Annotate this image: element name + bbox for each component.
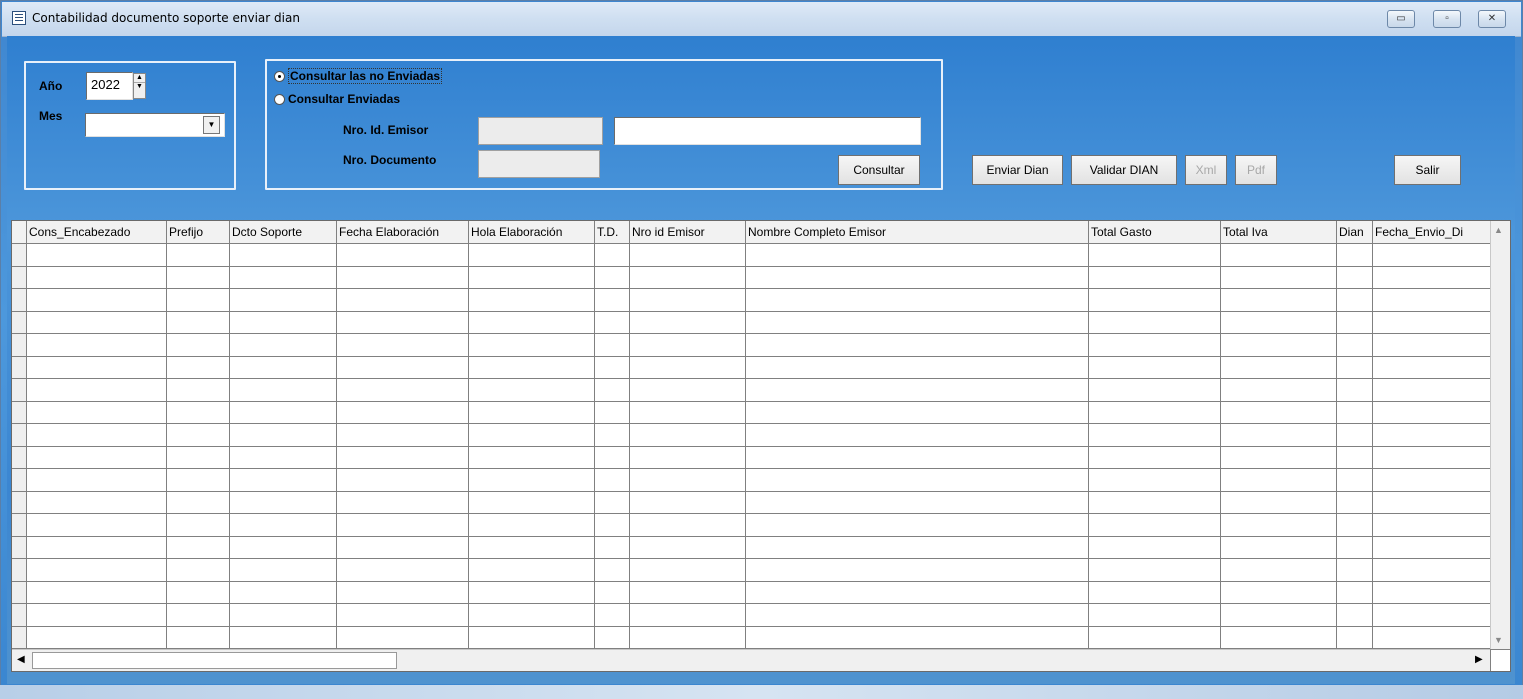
column-header[interactable]: Nombre Completo Emisor (745, 221, 1088, 243)
year-spinner[interactable]: ▲ ▼ (133, 73, 146, 99)
validate-dian-button[interactable]: Validar DIAN (1071, 155, 1177, 185)
table-row (12, 491, 1490, 492)
column-header[interactable]: Nro id Emisor (629, 221, 745, 243)
emitter-id-label: Nro. Id. Emisor (343, 123, 429, 137)
document-label: Nro. Documento (343, 153, 437, 167)
scroll-right-icon[interactable]: ▶ (1475, 654, 1483, 665)
maximize-icon[interactable]: ▫ (1433, 10, 1461, 28)
exit-button[interactable]: Salir (1394, 155, 1461, 185)
documents-grid[interactable]: Cons_Encabezado Prefijo Dcto Soporte Fec… (11, 220, 1511, 672)
table-row (12, 468, 1490, 469)
column-header[interactable]: Fecha Elaboración (336, 221, 468, 243)
minimize-icon[interactable]: ▭ (1387, 10, 1415, 28)
emitter-name-input[interactable] (614, 117, 921, 145)
table-row (12, 581, 1490, 582)
table-row (12, 446, 1490, 447)
radio-selected-icon[interactable] (274, 70, 285, 82)
column-header[interactable]: Dian (1336, 221, 1372, 243)
column-header[interactable]: T.D. (594, 221, 629, 243)
year-label: Año (39, 79, 63, 93)
table-row (12, 311, 1490, 312)
form-icon (12, 11, 26, 25)
spin-up-icon[interactable]: ▲ (134, 74, 145, 83)
table-row (12, 401, 1490, 402)
title-bar[interactable]: Contabilidad documento soporte enviar di… (2, 2, 1521, 37)
row-selector-column[interactable] (12, 221, 27, 651)
horizontal-scroll-thumb[interactable] (32, 652, 397, 669)
emitter-id-input[interactable] (478, 117, 603, 145)
chevron-down-icon[interactable]: ▼ (203, 116, 220, 134)
table-row (12, 356, 1490, 357)
table-row (12, 513, 1490, 514)
scrollbar-corner (1490, 649, 1510, 671)
month-label: Mes (39, 109, 63, 123)
table-row (12, 536, 1490, 537)
send-dian-button[interactable]: Enviar Dian (972, 155, 1063, 185)
radio-sent-label[interactable]: Consultar Enviadas (288, 92, 400, 106)
column-header[interactable]: Dcto Soporte (229, 221, 336, 243)
xml-button[interactable]: Xml (1185, 155, 1227, 185)
column-header[interactable]: Total Iva (1220, 221, 1336, 243)
window-bottom-border (0, 685, 1523, 699)
horizontal-scrollbar[interactable]: ◀ ▶ (12, 649, 1490, 671)
radio-unselected-icon[interactable] (274, 93, 285, 105)
table-row (12, 378, 1490, 379)
radio-sent[interactable]: Consultar Enviadas (274, 92, 400, 106)
column-header[interactable]: Prefijo (166, 221, 229, 243)
pdf-button[interactable]: Pdf (1235, 155, 1277, 185)
window-title: Contabilidad documento soporte enviar di… (32, 11, 300, 25)
scroll-up-icon[interactable]: ▲ (1494, 225, 1503, 235)
vertical-scrollbar[interactable]: ▲ ▼ (1490, 221, 1510, 649)
table-row (12, 333, 1490, 334)
radio-not-sent[interactable]: Consultar las no Enviadas (274, 68, 443, 84)
column-header[interactable]: Fecha_Envio_Di (1372, 221, 1490, 243)
column-header[interactable]: Hola Elaboración (468, 221, 594, 243)
grid-header: Cons_Encabezado Prefijo Dcto Soporte Fec… (12, 221, 1490, 244)
table-row (12, 603, 1490, 604)
spin-down-icon[interactable]: ▼ (134, 83, 145, 91)
radio-not-sent-label[interactable]: Consultar las no Enviadas (288, 68, 443, 84)
close-icon[interactable]: ✕ (1478, 10, 1506, 28)
scroll-down-icon[interactable]: ▼ (1494, 635, 1503, 645)
table-row (12, 423, 1490, 424)
consult-button[interactable]: Consultar (838, 155, 920, 185)
table-row (12, 558, 1490, 559)
table-row (12, 626, 1490, 627)
document-input[interactable] (478, 150, 600, 178)
table-row (12, 266, 1490, 267)
year-input[interactable]: 2022 (86, 72, 133, 100)
column-header[interactable]: Total Gasto (1088, 221, 1220, 243)
column-header[interactable]: Cons_Encabezado (26, 221, 166, 243)
scroll-left-icon[interactable]: ◀ (17, 654, 25, 665)
table-row (12, 288, 1490, 289)
